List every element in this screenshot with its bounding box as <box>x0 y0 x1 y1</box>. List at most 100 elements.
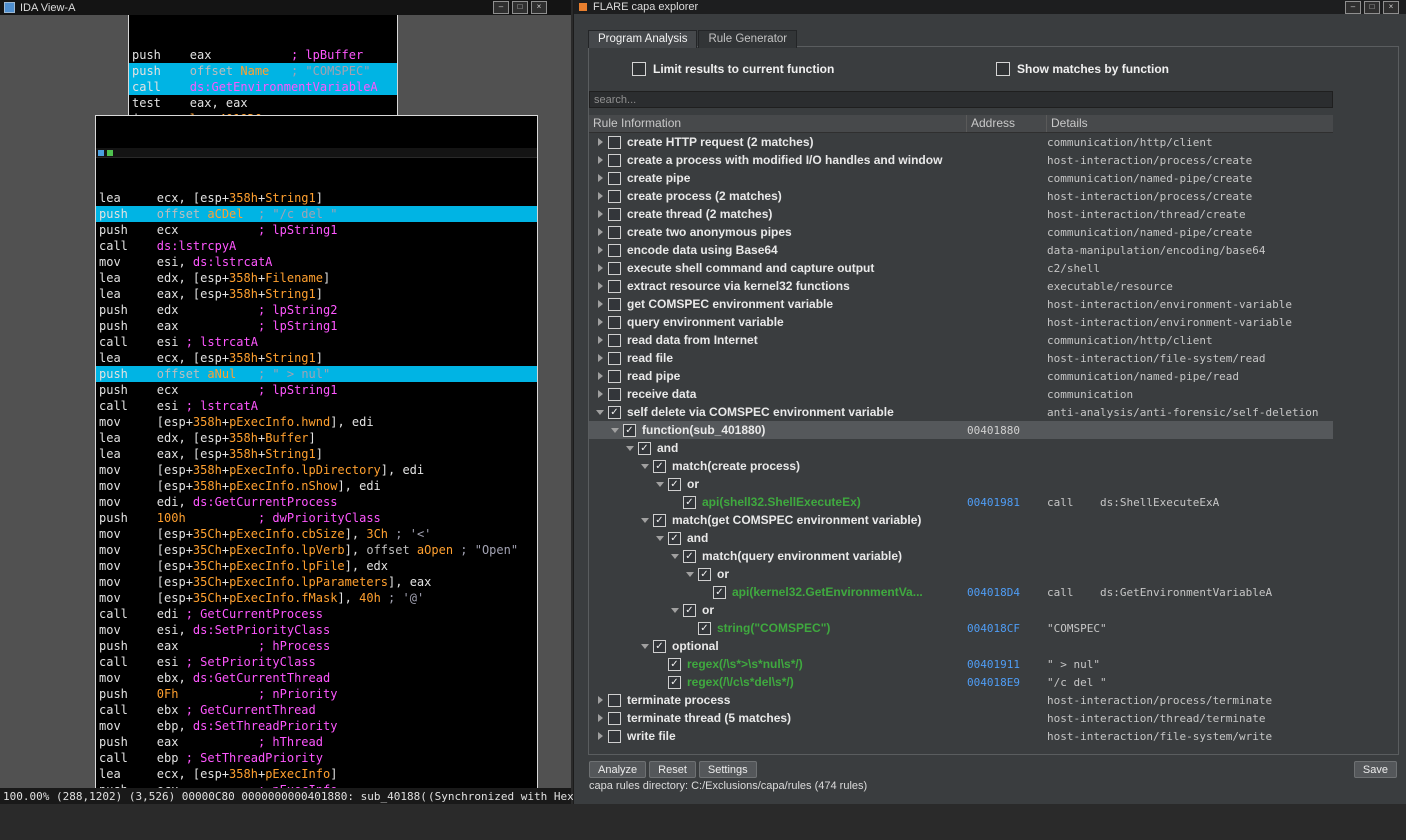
chevron-down-icon[interactable] <box>653 532 668 544</box>
row-checkbox[interactable] <box>608 387 621 401</box>
row-checkbox[interactable] <box>608 135 621 149</box>
tab-program-analysis[interactable]: Program Analysis <box>588 30 698 48</box>
chevron-down-icon[interactable] <box>668 604 683 616</box>
row-checkbox[interactable]: ✓ <box>683 495 696 509</box>
chevron-right-icon[interactable] <box>593 208 608 220</box>
asm-line[interactable]: mov edi, ds:GetCurrentProcess <box>96 494 537 510</box>
asm-line[interactable]: call esi ; lstrcatA <box>96 334 537 350</box>
row-checkbox[interactable]: ✓ <box>683 549 696 563</box>
capa-tree-row[interactable]: create two anonymous pipes communication/… <box>589 223 1333 241</box>
chevron-down-icon[interactable] <box>593 406 608 418</box>
capa-tree-row[interactable]: extract resource via kernel32 functions e… <box>589 277 1333 295</box>
row-checkbox[interactable] <box>608 207 621 221</box>
row-checkbox[interactable]: ✓ <box>653 639 666 653</box>
row-checkbox[interactable] <box>608 225 621 239</box>
capa-tree-row[interactable]: terminate thread (5 matches) host-interac… <box>589 709 1333 727</box>
chevron-down-icon[interactable] <box>623 442 638 454</box>
asm-line[interactable]: push ecx ; lpString1 <box>96 382 537 398</box>
chevron-down-icon[interactable] <box>638 460 653 472</box>
capa-tree-row[interactable]: ✓ or <box>589 601 1333 619</box>
row-checkbox[interactable]: ✓ <box>668 477 681 491</box>
asm-line[interactable]: call esi ; lstrcatA <box>96 398 537 414</box>
capa-tree-row[interactable]: ✓ match(query environment variable) <box>589 547 1333 565</box>
row-checkbox[interactable]: ✓ <box>668 531 681 545</box>
asm-line[interactable]: lea ecx, [esp+358h+String1] <box>96 190 537 206</box>
asm-line[interactable]: mov [esp+358h+pExecInfo.lpDirectory], ed… <box>96 462 537 478</box>
asm-line[interactable]: mov esi, ds:SetPriorityClass <box>96 622 537 638</box>
row-checkbox[interactable]: ✓ <box>638 441 651 455</box>
row-checkbox[interactable] <box>608 729 621 743</box>
asm-line[interactable]: lea eax, [esp+358h+String1] <box>96 286 537 302</box>
restore-icon[interactable]: □ <box>512 1 528 14</box>
capa-titlebar[interactable]: FLARE capa explorer – □ × <box>574 0 1406 14</box>
row-checkbox[interactable]: ✓ <box>653 459 666 473</box>
capa-tree-row[interactable]: ✓ api(shell32.ShellExecuteEx) 00401981 call… <box>589 493 1333 511</box>
row-checkbox[interactable] <box>608 315 621 329</box>
restore-icon[interactable]: □ <box>1364 0 1380 14</box>
row-checkbox[interactable]: ✓ <box>653 513 666 527</box>
capa-tree-row[interactable]: ✓ regex(/\s*>\s*nul\s*/) 00401911 " > nul" <box>589 655 1333 673</box>
asm-line[interactable]: push offset Name ; "COMSPEC" <box>129 63 397 79</box>
row-checkbox[interactable] <box>608 369 621 383</box>
row-checkbox[interactable]: ✓ <box>698 621 711 635</box>
capa-tree-row[interactable]: ✓ or <box>589 565 1333 583</box>
chevron-down-icon[interactable] <box>638 514 653 526</box>
asm-line[interactable]: mov [esp+358h+pExecInfo.nShow], edi <box>96 478 537 494</box>
row-checkbox[interactable] <box>608 351 621 365</box>
row-checkbox[interactable] <box>608 243 621 257</box>
capa-tree-row[interactable]: terminate process host-interaction/proces… <box>589 691 1333 709</box>
asm-line[interactable]: test eax, eax <box>129 95 397 111</box>
minimize-icon[interactable]: – <box>493 1 509 14</box>
close-icon[interactable]: × <box>531 1 547 14</box>
capa-tree-row[interactable]: read pipe communication/named-pipe/read <box>589 367 1333 385</box>
search-input[interactable] <box>589 91 1333 108</box>
column-header-rule-information[interactable]: Rule Information <box>589 115 967 132</box>
capa-tree-row[interactable]: create pipe communication/named-pipe/crea… <box>589 169 1333 187</box>
asm-line[interactable]: call ds:lstrcpyA <box>96 238 537 254</box>
asm-line[interactable]: lea edx, [esp+358h+Filename] <box>96 270 537 286</box>
analyze-button[interactable]: Analyze <box>589 761 647 778</box>
asm-line[interactable]: mov [esp+358h+pExecInfo.hwnd], edi <box>96 414 537 430</box>
ida-titlebar[interactable]: IDA View-A – □ × <box>0 0 571 15</box>
capa-tree-row[interactable]: ✓ self delete via COMSPEC environment var… <box>589 403 1333 421</box>
asm-line[interactable]: push eax ; lpBuffer <box>129 47 397 63</box>
asm-line[interactable]: mov [esp+35Ch+pExecInfo.lpVerb], offset … <box>96 542 537 558</box>
row-checkbox[interactable]: ✓ <box>668 657 681 671</box>
capa-tree-row[interactable]: receive data communication <box>589 385 1333 403</box>
chevron-right-icon[interactable] <box>593 730 608 742</box>
asm-line[interactable]: push eax ; hProcess <box>96 638 537 654</box>
limit-results-checkbox[interactable] <box>632 62 646 76</box>
save-button[interactable]: Save <box>1353 761 1397 778</box>
capa-tree-row[interactable]: ✓ function(sub_401880) 00401880 <box>589 421 1333 439</box>
asm-line[interactable]: push 0Fh ; nPriority <box>96 686 537 702</box>
basic-block-2[interactable]: lea ecx, [esp+358h+String1] push offset a… <box>95 115 538 788</box>
row-checkbox[interactable]: ✓ <box>683 603 696 617</box>
chevron-right-icon[interactable] <box>593 316 608 328</box>
ida-graph-view[interactable]: push eax ; lpBuffer push offset Name ; "C… <box>0 15 571 788</box>
row-checkbox[interactable] <box>608 171 621 185</box>
asm-line[interactable]: lea ecx, [esp+358h+String1] <box>96 350 537 366</box>
capa-tree-row[interactable]: ✓ match(create process) <box>589 457 1333 475</box>
row-checkbox[interactable] <box>608 189 621 203</box>
tab-rule-generator[interactable]: Rule Generator <box>698 30 798 48</box>
row-checkbox[interactable]: ✓ <box>668 675 681 689</box>
column-header-address[interactable]: Address <box>967 115 1047 132</box>
capa-tree-row[interactable]: create process (2 matches) host-interacti… <box>589 187 1333 205</box>
chevron-right-icon[interactable] <box>593 172 608 184</box>
asm-line[interactable]: call esi ; SetPriorityClass <box>96 654 537 670</box>
asm-line[interactable]: mov [esp+35Ch+pExecInfo.lpParameters], e… <box>96 574 537 590</box>
chevron-down-icon[interactable] <box>653 478 668 490</box>
chevron-right-icon[interactable] <box>593 352 608 364</box>
chevron-down-icon[interactable] <box>638 640 653 652</box>
row-checkbox[interactable] <box>608 693 621 707</box>
limit-results-option[interactable]: Limit results to current function <box>632 62 834 76</box>
chevron-right-icon[interactable] <box>593 334 608 346</box>
capa-tree-row[interactable]: create thread (2 matches) host-interactio… <box>589 205 1333 223</box>
capa-tree-row[interactable]: ✓ regex(/\/c\s*del\s*/) 004018E9 "/c del " <box>589 673 1333 691</box>
row-checkbox[interactable] <box>608 153 621 167</box>
chevron-right-icon[interactable] <box>593 262 608 274</box>
close-icon[interactable]: × <box>1383 0 1399 14</box>
chevron-right-icon[interactable] <box>593 136 608 148</box>
chevron-right-icon[interactable] <box>593 370 608 382</box>
minimize-icon[interactable]: – <box>1345 0 1361 14</box>
